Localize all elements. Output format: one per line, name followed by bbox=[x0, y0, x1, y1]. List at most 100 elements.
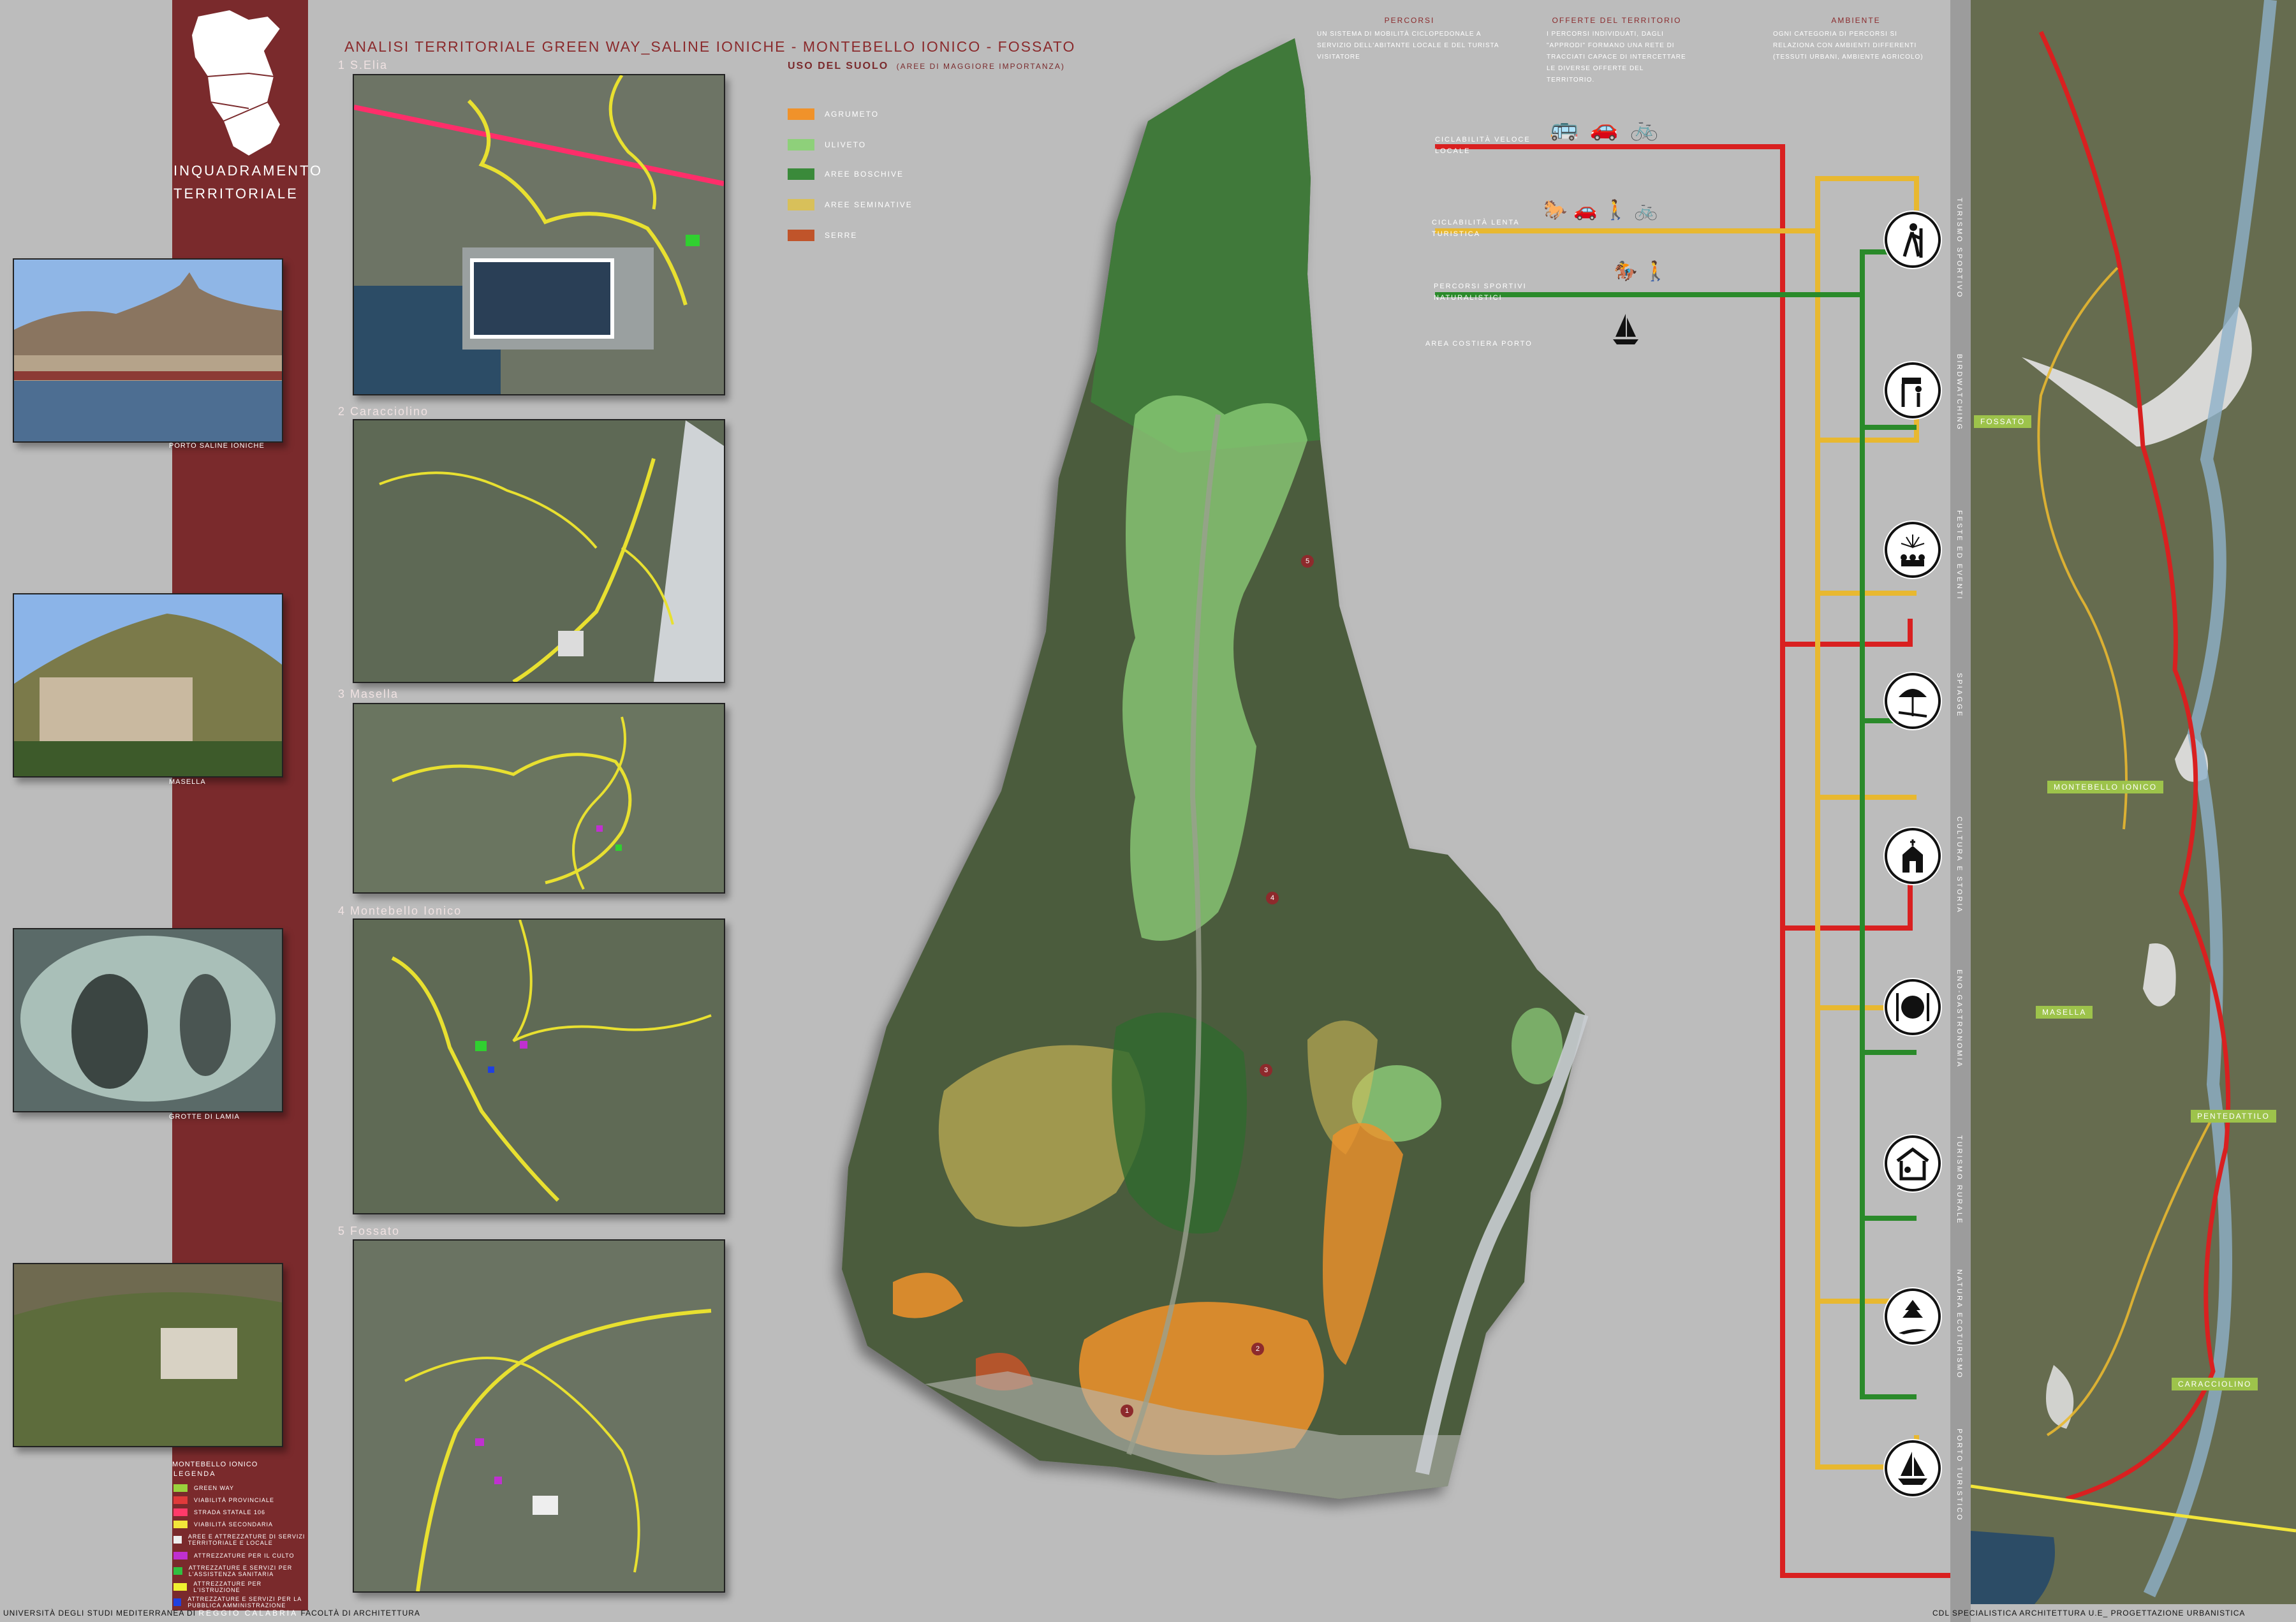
route-label-percorsi-sportivi: PERCORSI SPORTIVI NATURALISTICI bbox=[1434, 283, 1527, 302]
theme-circle-spiagge[interactable] bbox=[1885, 673, 1941, 729]
area-boschive bbox=[1091, 38, 1320, 453]
map-marker-4: 4 bbox=[1266, 892, 1279, 904]
legend-item: STRADA STATALE 106 bbox=[173, 1506, 307, 1518]
theme-label: TURISMO SPORTIVO bbox=[1955, 198, 1963, 299]
land-use-item-agrumeto: AGRUMETO bbox=[788, 108, 879, 120]
horse-rider-icon: 🏇 bbox=[1614, 261, 1638, 282]
legend-swatch bbox=[173, 1508, 188, 1516]
theme-label: TURISMO RURALE bbox=[1955, 1135, 1963, 1225]
theme-label: FESTE ED EVENTI bbox=[1955, 510, 1963, 601]
legend-item: ATTREZZATURE PER IL CULTO bbox=[173, 1549, 307, 1561]
land-use-title: USO DEL SUOLO (AREE DI MAGGIORE IMPORTAN… bbox=[788, 61, 1065, 71]
photo-caption-porto: PORTO SALINE IONICHE bbox=[169, 442, 265, 450]
legend-item: ATTREZZATURE PER L'ISTRUZIONE bbox=[173, 1581, 307, 1593]
aerial-route-map bbox=[1971, 0, 2296, 1604]
theme-label: CULTURA E STORIA bbox=[1955, 816, 1963, 914]
detail-map-label: 3 Masella bbox=[338, 688, 399, 700]
detail-map-label: 5 Fossato bbox=[338, 1225, 401, 1237]
legend-item: GREEN WAY bbox=[173, 1482, 307, 1494]
sea bbox=[1971, 1531, 2055, 1604]
theme-circle-birdwatching[interactable] bbox=[1885, 362, 1941, 418]
info-column-ambiente: AMBIENTE OGNI CATEGORIA DI PERCORSI SI R… bbox=[1773, 16, 1924, 61]
theme-label: BIRDWATCHING bbox=[1955, 354, 1963, 431]
theme-circle-eno-gastronomia[interactable] bbox=[1885, 979, 1941, 1035]
legend-title: LEGENDA bbox=[173, 1470, 216, 1478]
route-label-ciclabilita-lenta: CICLABILITÀ LENTA TURISTICA bbox=[1432, 219, 1520, 238]
fireworks-icon bbox=[1901, 535, 1925, 566]
place-label-masella: MASELLA bbox=[2036, 1006, 2093, 1019]
sailboat-icon bbox=[1613, 314, 1638, 344]
theme-label: SPIAGGE bbox=[1955, 673, 1963, 718]
horse-icon: 🐎 bbox=[1543, 200, 1568, 221]
inquadramento-title: INQUADRAMENTO TERRITORIALE bbox=[173, 163, 323, 202]
calabria-region-map bbox=[190, 8, 282, 158]
land-use-swatch bbox=[788, 108, 814, 120]
place-label-pentedattilo: PENTEDATTILO bbox=[2191, 1110, 2276, 1123]
bus-icon: 🚌 bbox=[1550, 115, 1578, 141]
land-use-item-boschive: AREE BOSCHIVE bbox=[788, 168, 904, 180]
legend-swatch bbox=[173, 1551, 188, 1559]
car-icon: 🚗 bbox=[1573, 200, 1598, 221]
footer-right: CDL SPECIALISTICA ARCHITETTURA U.E_ PROG… bbox=[1932, 1609, 2246, 1618]
theme-circle-turismo-rurale[interactable] bbox=[1885, 1135, 1941, 1191]
legend-item: VIABILITÀ SECONDARIA bbox=[173, 1518, 307, 1530]
land-use-item-seminative: AREE SEMINATIVE bbox=[788, 199, 913, 210]
place-label-montebello: MONTEBELLO IONICO bbox=[2047, 781, 2164, 793]
walker-icon: 🚶 bbox=[1603, 200, 1628, 221]
dining-icon bbox=[1896, 993, 1929, 1021]
area-costiera-label: AREA COSTIERA PORTO bbox=[1425, 340, 1533, 348]
photo-caption-masella: MASELLA bbox=[169, 778, 206, 786]
legend-item: AREE E ATTREZZATURE DI SERVIZI TERRITORI… bbox=[173, 1530, 307, 1549]
place-label-fossato: FOSSATO bbox=[1974, 415, 2032, 428]
transport-icons-lenta: 🐎 🚗 🚶 🚲 bbox=[1543, 199, 1658, 221]
theme-circle-turismo-sportivo[interactable] bbox=[1885, 212, 1941, 268]
walker-icon: 🚶 bbox=[1644, 261, 1668, 282]
beach-umbrella-icon bbox=[1898, 689, 1927, 718]
legend-swatch bbox=[173, 1484, 188, 1492]
map-marker-3: 3 bbox=[1260, 1064, 1272, 1077]
detail-map-fossato bbox=[353, 1239, 725, 1593]
church-icon bbox=[1902, 839, 1923, 873]
legend-swatch bbox=[173, 1567, 182, 1575]
legend-item: ATTREZZATURE E SERVIZI PER L'ASSISTENZA … bbox=[173, 1561, 307, 1581]
theme-circle-feste-eventi[interactable] bbox=[1885, 522, 1941, 578]
map-marker-1: 1 bbox=[1121, 1405, 1133, 1417]
theme-circle-natura-ecoturismo[interactable] bbox=[1885, 1288, 1941, 1345]
transport-icons-veloce: 🚌 🚗 🚲 bbox=[1550, 115, 1658, 142]
farmhouse-icon bbox=[1896, 1147, 1929, 1181]
land-use-swatch bbox=[788, 168, 814, 180]
land-use-item-uliveto: ULIVETO bbox=[788, 139, 866, 151]
sailboat-icon bbox=[1898, 1452, 1927, 1485]
land-use-swatch bbox=[788, 199, 814, 210]
detail-map-masella bbox=[353, 703, 725, 894]
detail-map-caracciolino bbox=[353, 419, 725, 683]
detail-map-label: 1 S.Elia bbox=[338, 59, 388, 71]
theme-circle-cultura-storia[interactable] bbox=[1885, 828, 1941, 884]
photo-grotte-lamia bbox=[13, 928, 283, 1112]
map-marker-5: 5 bbox=[1301, 555, 1314, 568]
legend-swatch bbox=[173, 1520, 188, 1528]
bicycle-icon: 🚲 bbox=[1630, 115, 1659, 141]
transport-icons-sportivi: 🏇 🚶 bbox=[1614, 260, 1668, 283]
bicycle-icon: 🚲 bbox=[1634, 200, 1658, 221]
detail-map-montebello bbox=[353, 918, 725, 1214]
legend: LEGENDA GREEN WAY VIABILITÀ PROVINCIALE … bbox=[173, 1470, 307, 1612]
land-use-swatch bbox=[788, 230, 814, 241]
info-column-percorsi: PERCORSI UN SISTEMA DI MOBILITÀ CICLOPED… bbox=[1317, 16, 1499, 61]
photo-porto-saline bbox=[13, 258, 283, 443]
detail-map-label: 2 Caracciolino bbox=[338, 405, 429, 418]
tree-road-icon bbox=[1899, 1300, 1927, 1334]
photo-montebello bbox=[13, 1263, 283, 1447]
land-use-item-serre: SERRE bbox=[788, 230, 857, 241]
hiker-icon bbox=[1902, 223, 1923, 258]
legend-swatch bbox=[173, 1582, 188, 1591]
theme-label: NATURA ECOTURISMO bbox=[1955, 1269, 1963, 1380]
photo-caption-grotte: GROTTE DI LAMIA bbox=[169, 1113, 240, 1121]
theme-circle-porto-turistico[interactable] bbox=[1885, 1440, 1941, 1496]
land-use-swatch bbox=[788, 139, 814, 151]
place-label-caracciolino: CARACCIOLINO bbox=[2172, 1378, 2258, 1390]
legend-swatch bbox=[173, 1536, 182, 1544]
map-marker-2: 2 bbox=[1251, 1343, 1264, 1355]
land-use-legend: USO DEL SUOLO (AREE DI MAGGIORE IMPORTAN… bbox=[788, 61, 1065, 72]
footer-left: UNIVERSITÀ DEGLI STUDI MEDITERRANEA DI R… bbox=[3, 1609, 420, 1618]
